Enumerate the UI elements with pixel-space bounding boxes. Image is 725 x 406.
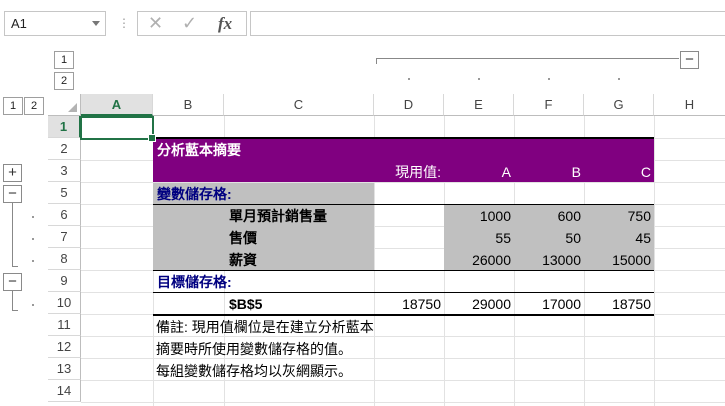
changing-cell-current[interactable]: [374, 205, 444, 227]
row-group-dot: [32, 238, 34, 240]
cancel-icon[interactable]: ✕: [148, 12, 163, 35]
report-note[interactable]: 摘要時所使用變數儲存格的值。: [156, 338, 352, 360]
expand-row-group-button[interactable]: +: [3, 164, 22, 182]
row-outline-level-1-button[interactable]: 1: [3, 97, 23, 115]
row-header[interactable]: 5: [48, 182, 81, 204]
changing-cell-current[interactable]: [374, 227, 444, 249]
result-cell-value[interactable]: 18750: [584, 293, 654, 315]
result-cell-current[interactable]: 18750: [374, 293, 444, 315]
select-all-button[interactable]: [48, 94, 81, 116]
changing-cell-value[interactable]: 600: [514, 205, 584, 227]
row-header[interactable]: 3: [48, 160, 81, 182]
row-header[interactable]: 1: [48, 116, 81, 138]
changing-cell-value[interactable]: 50: [514, 227, 584, 249]
row-outline-level-2-button[interactable]: 2: [24, 97, 44, 115]
changing-cell-label[interactable]: 薪資: [229, 249, 257, 271]
changing-cell-current[interactable]: [374, 249, 444, 271]
changing-cell-label[interactable]: 售價: [229, 227, 257, 249]
grid-line: [81, 402, 725, 403]
changing-cell-value[interactable]: 15000: [584, 249, 654, 271]
row-group-bracket: [12, 291, 13, 311]
collapse-row-group-button[interactable]: −: [3, 273, 22, 291]
report-note[interactable]: 每組變數儲存格均以灰網顯示。: [156, 360, 352, 382]
row-header[interactable]: 10: [48, 292, 81, 314]
changing-cell-value[interactable]: 750: [584, 205, 654, 227]
row-group-dot: [32, 304, 34, 306]
collapse-column-group-button[interactable]: −: [680, 51, 699, 69]
row-header[interactable]: 6: [48, 204, 81, 226]
row-group-dot: [32, 216, 34, 218]
result-cell-label[interactable]: $B$5: [229, 293, 262, 315]
enter-icon[interactable]: ✓: [182, 12, 197, 35]
row-header[interactable]: 8: [48, 248, 81, 270]
formula-buttons: ✕ ✓ fx: [137, 11, 247, 36]
name-box-dropdown-icon[interactable]: [92, 21, 100, 26]
row-header[interactable]: 14: [48, 380, 81, 402]
column-header-c[interactable]: C: [224, 94, 374, 116]
result-cells-label[interactable]: 目標儲存格:: [157, 271, 232, 293]
scenario-header[interactable]: A: [444, 161, 514, 183]
collapse-row-group-button[interactable]: −: [3, 185, 22, 203]
column-outline-level-2-button[interactable]: 2: [54, 72, 74, 90]
row-group-bracket-end: [12, 266, 18, 267]
row-header[interactable]: 13: [48, 358, 81, 380]
column-header-h[interactable]: H: [654, 94, 725, 116]
current-values-header[interactable]: 現用值:: [374, 161, 444, 183]
row-header[interactable]: 9: [48, 270, 81, 292]
column-header-e[interactable]: E: [444, 94, 514, 116]
column-group-dot: [548, 78, 550, 80]
fill-handle[interactable]: [148, 134, 156, 142]
column-group-bracket-start: [376, 58, 377, 64]
row-group-bracket: [12, 203, 13, 267]
insert-function-icon[interactable]: fx: [218, 12, 232, 35]
scenario-header[interactable]: C: [584, 161, 654, 183]
changing-cell-value[interactable]: 13000: [514, 249, 584, 271]
row-header[interactable]: 12: [48, 336, 81, 358]
column-outline-level-1-button[interactable]: 1: [54, 51, 74, 69]
column-group-dot: [478, 78, 480, 80]
row-group-dot: [32, 260, 34, 262]
select-all-icon: [68, 103, 77, 112]
row-header[interactable]: 2: [48, 138, 81, 160]
column-header-f[interactable]: F: [514, 94, 584, 116]
result-cell-value[interactable]: 17000: [514, 293, 584, 315]
report-note[interactable]: 備註: 現用值欄位是在建立分析藍本: [156, 316, 374, 338]
column-header-d[interactable]: D: [374, 94, 444, 116]
formula-bar-grip-icon[interactable]: ⋮: [118, 13, 130, 33]
report-title[interactable]: 分析藍本摘要: [157, 139, 241, 161]
active-cell-a1[interactable]: [80, 116, 156, 142]
changing-cell-value[interactable]: 55: [444, 227, 514, 249]
formula-input[interactable]: [250, 11, 725, 36]
changing-cell-value[interactable]: 1000: [444, 205, 514, 227]
column-header-g[interactable]: G: [584, 94, 654, 116]
changing-cell-value[interactable]: 45: [584, 227, 654, 249]
changing-cells-label[interactable]: 變數儲存格:: [157, 183, 232, 205]
name-box-value: A1: [11, 16, 27, 31]
name-box[interactable]: A1: [4, 11, 106, 36]
column-group-dot: [408, 78, 410, 80]
scenario-header[interactable]: B: [514, 161, 584, 183]
row-header[interactable]: 7: [48, 226, 81, 248]
changing-cell-label[interactable]: 單月預計銷售量: [229, 205, 327, 227]
result-cell-value[interactable]: 29000: [444, 293, 514, 315]
row-header[interactable]: 11: [48, 314, 81, 336]
column-group-dot: [618, 78, 620, 80]
column-header-a[interactable]: A: [81, 94, 153, 116]
column-group-bracket: [376, 58, 679, 59]
column-header-b[interactable]: B: [153, 94, 224, 116]
changing-cell-value[interactable]: 26000: [444, 249, 514, 271]
row-group-bracket-end: [12, 310, 18, 311]
